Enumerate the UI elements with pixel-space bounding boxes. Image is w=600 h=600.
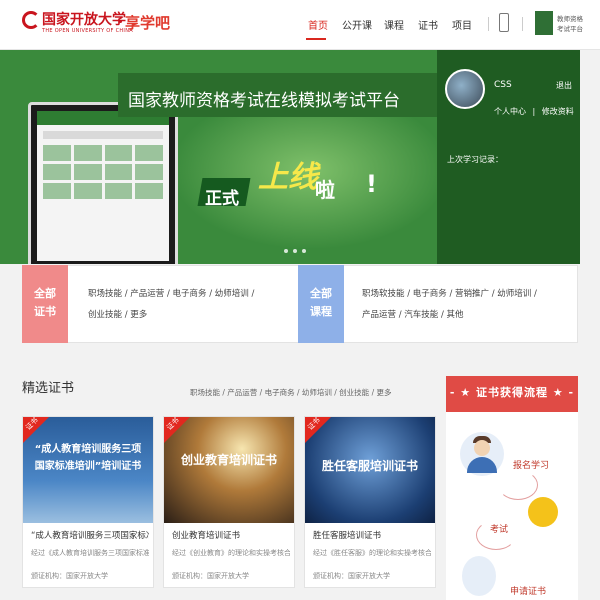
certificate-card[interactable]: 创业教育培训证书 证书 创业教育培训证书 经过《创业教育》的理论和实操考核合..… xyxy=(163,416,295,588)
card-title[interactable]: 胜任客服培训证书 xyxy=(313,529,431,541)
monitor-illustration xyxy=(28,102,178,264)
link-separator: | xyxy=(532,107,536,116)
card-description: 经过《创业教育》的理论和实操考核合... xyxy=(172,549,290,557)
carousel-dot[interactable] xyxy=(293,249,297,253)
all-certificates-badge[interactable]: 全部 证书 xyxy=(22,265,68,343)
process-title: - ★ 证书获得流程 ★ - xyxy=(449,386,575,399)
edit-profile-link[interactable]: 修改资料 xyxy=(542,107,574,116)
badge-line: 全部 xyxy=(310,287,332,300)
certificate-card[interactable]: “成人教育培训服务三项国家标准培训”培训证书 证书 “成人教育培训服务三项国家标… xyxy=(22,416,154,588)
banner-title: 国家教师资格考试在线模拟考试平台 xyxy=(128,91,400,111)
logout-link[interactable]: 退出 xyxy=(556,80,572,91)
featured-filter-links[interactable]: 职场技能 / 产品运营 / 电子商务 / 幼师培训 / 创业技能 / 更多 xyxy=(190,387,391,398)
course-category-row[interactable]: 职场软技能 / 电子商务 / 营销推广 / 幼师培训 / xyxy=(362,284,537,305)
user-name: CSS xyxy=(494,80,512,90)
university-logo-icon[interactable] xyxy=(22,11,40,29)
badge-line: 全部 xyxy=(34,287,56,300)
nav-projects[interactable]: 项目 xyxy=(452,17,472,32)
platform-label-line2: 考试平台 xyxy=(557,25,583,33)
last-study-record: 上次学习记录： xyxy=(447,155,503,164)
card-image-text: 胜任客服培训证书 xyxy=(321,459,418,473)
process-connector xyxy=(498,470,538,500)
university-name[interactable]: 国家开放大学 xyxy=(42,9,126,29)
card-issuer: 颁证机构：国家开放大学 xyxy=(172,572,249,580)
platform-label-line1: 教师资格 xyxy=(557,15,583,23)
cert-category-row[interactable]: 职场技能 / 产品运营 / 电子商务 / 幼师培训 / xyxy=(88,284,254,305)
step-enroll: 报名学习 xyxy=(513,461,550,471)
carousel-dots xyxy=(284,249,306,253)
mobile-phone-icon[interactable] xyxy=(499,13,509,32)
card-title[interactable]: 创业教育培训证书 xyxy=(172,529,290,541)
user-avatar[interactable] xyxy=(445,69,485,109)
person-face xyxy=(474,440,490,456)
nav-active-underline xyxy=(306,38,326,40)
card-issuer: 颁证机构：国家开放大学 xyxy=(313,572,390,580)
launch-text-la: 啦 xyxy=(315,178,335,202)
nav-public-courses[interactable]: 公开课 xyxy=(342,17,372,32)
step-apply-certificate: 申请证书 xyxy=(510,587,547,597)
certificate-document-icon xyxy=(462,556,496,596)
logo-separator-dot xyxy=(119,20,122,23)
nav-home[interactable]: 首页 xyxy=(308,17,328,32)
header-divider xyxy=(522,17,523,31)
nav-courses[interactable]: 课程 xyxy=(384,17,404,32)
user-links: 个人中心 | 修改资料 xyxy=(494,106,574,117)
card-image-text: 创业教育培训证书 xyxy=(180,453,277,467)
monitor-screen xyxy=(37,111,169,261)
card-description: 经过《成人教育培训服务三项国家标准... xyxy=(31,549,149,557)
badge-line: 证书 xyxy=(34,305,56,318)
card-issuer: 颁证机构：国家开放大学 xyxy=(31,572,108,580)
card-image-text: “成人教育培训服务三项国家标准培训”培训证书 xyxy=(34,444,142,472)
nav-certificates[interactable]: 证书 xyxy=(418,17,438,32)
carousel-dot[interactable] xyxy=(284,249,288,253)
card-title[interactable]: “成人教育培训服务三项国家标准... xyxy=(31,529,149,541)
course-category-links[interactable]: 职场软技能 / 电子商务 / 营销推广 / 幼师培训 / 产品运营 / 汽车技能… xyxy=(362,284,537,326)
featured-certificates-title: 精选证书 xyxy=(22,381,75,396)
card-description: 经过《胜任客服》的理论和实操考核合... xyxy=(313,549,431,557)
cert-category-row[interactable]: 创业技能 / 更多 xyxy=(88,305,254,326)
badge-line: 课程 xyxy=(310,305,332,318)
launch-text-online: 上线 xyxy=(258,160,318,195)
launch-text-official: 正式 xyxy=(205,189,239,209)
lightbulb-icon xyxy=(528,497,558,527)
brand-logo[interactable]: 享学吧 xyxy=(125,12,170,33)
course-category-row[interactable]: 产品运营 / 汽车技能 / 其他 xyxy=(362,305,537,326)
platform-link[interactable]: 教师资格 考试平台 xyxy=(557,14,587,34)
carousel-dot[interactable] xyxy=(302,249,306,253)
launch-text-exclaim: ! xyxy=(366,170,377,198)
all-courses-badge[interactable]: 全部 课程 xyxy=(298,265,344,343)
user-center-link[interactable]: 个人中心 xyxy=(494,107,526,116)
certificate-card[interactable]: 胜任客服培训证书 证书 胜任客服培训证书 经过《胜任客服》的理论和实操考核合..… xyxy=(304,416,436,588)
university-english-name: THE OPEN UNIVERSITY OF CHINA xyxy=(42,28,133,34)
cert-category-links[interactable]: 职场技能 / 产品运营 / 电子商务 / 幼师培训 / 创业技能 / 更多 xyxy=(88,284,254,326)
header-divider xyxy=(488,17,489,31)
platform-logo-icon[interactable] xyxy=(535,11,553,35)
process-connector xyxy=(476,520,516,550)
